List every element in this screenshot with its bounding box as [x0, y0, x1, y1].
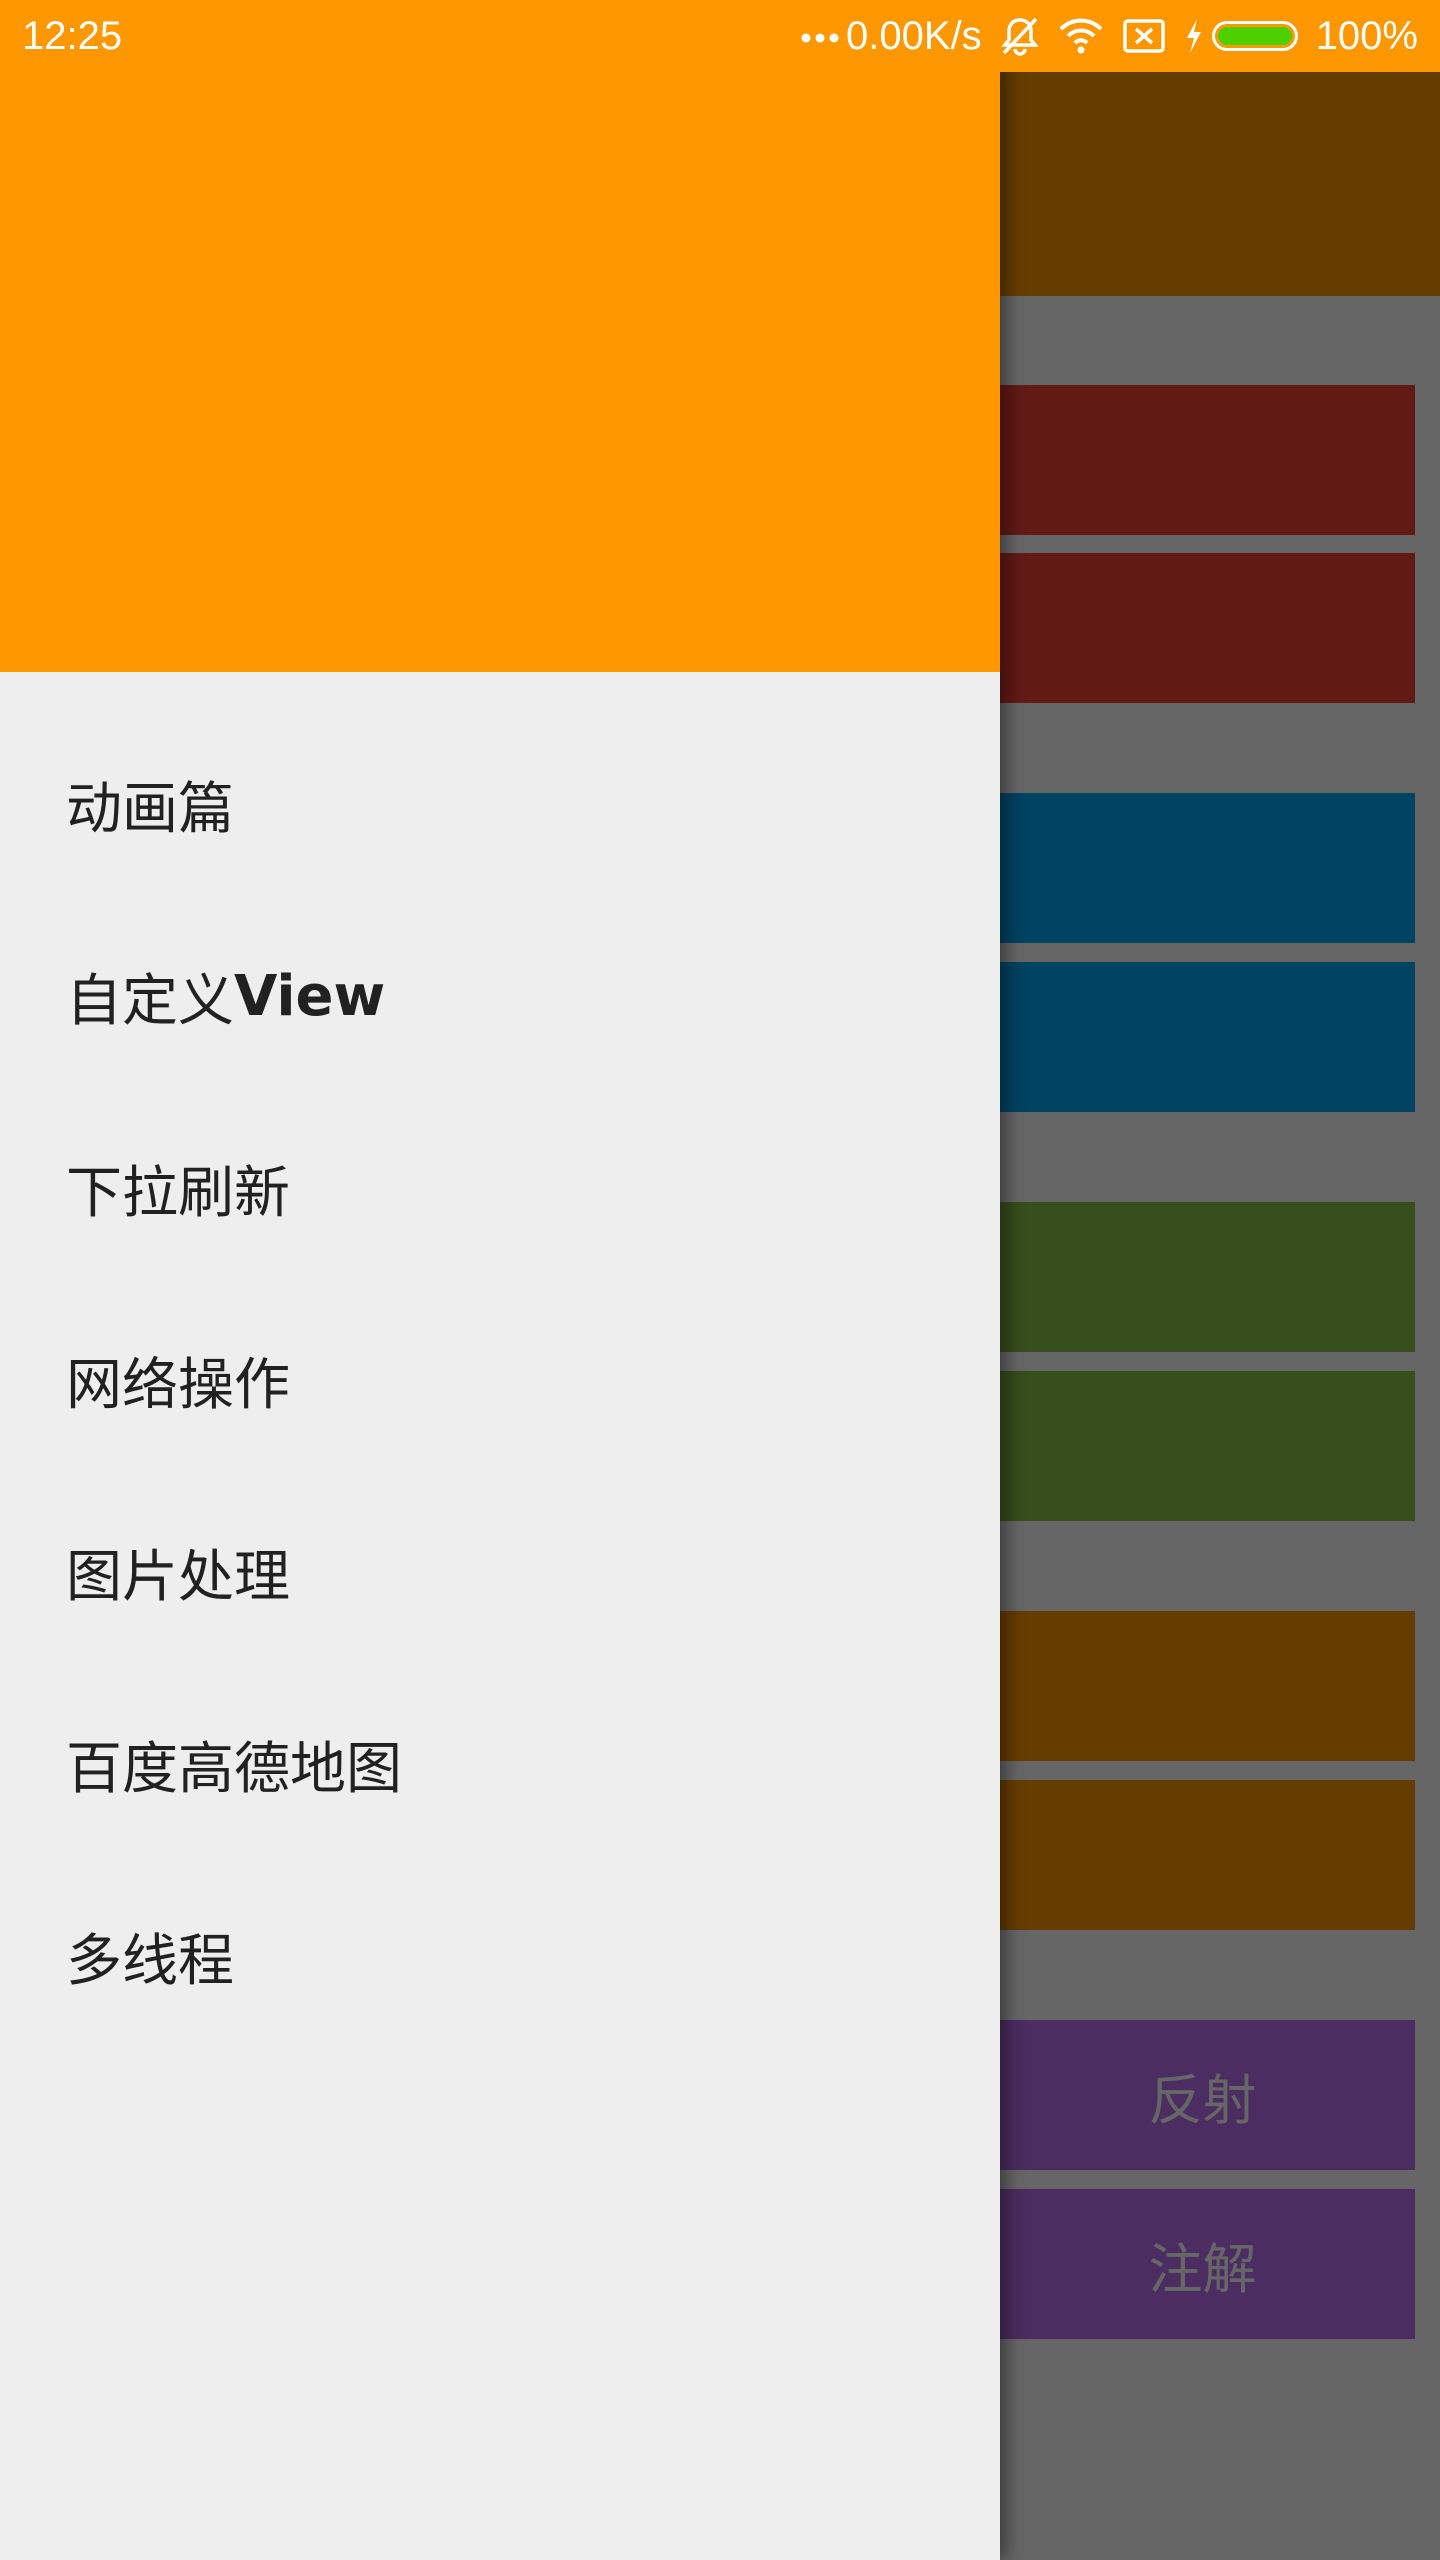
menu-item-label: 图片处理 — [66, 1544, 290, 1610]
no-sim-icon — [1122, 18, 1166, 54]
drawer-menu: 动画篇 自定义 View 下拉刷新 网络操作 图片处理 百度高德地图 多线程 — [0, 672, 1000, 2052]
battery-level — [1217, 27, 1292, 45]
navigation-drawer: 动画篇 自定义 View 下拉刷新 网络操作 图片处理 百度高德地图 多线程 — [0, 0, 1000, 2560]
battery-icon — [1211, 21, 1298, 51]
menu-item-animation[interactable]: 动画篇 — [0, 708, 1000, 900]
menu-item-label-suffix: View — [234, 963, 386, 1029]
charging-bolt-icon — [1184, 17, 1204, 55]
menu-item-image-processing[interactable]: 图片处理 — [0, 1476, 1000, 1668]
menu-item-maps[interactable]: 百度高德地图 — [0, 1668, 1000, 1860]
status-icons: 0.00K/s 100% — [800, 0, 1418, 72]
menu-item-label: 下拉刷新 — [66, 1160, 290, 1226]
drawer-header — [0, 0, 1000, 672]
menu-item-label-prefix: 自定义 — [66, 968, 234, 1034]
net-speed: 0.00K/s — [846, 13, 982, 58]
menu-item-pull-refresh[interactable]: 下拉刷新 — [0, 1092, 1000, 1284]
menu-item-label: 多线程 — [66, 1928, 234, 1994]
more-dots-icon — [800, 29, 840, 43]
menu-item-multithreading[interactable]: 多线程 — [0, 1860, 1000, 2052]
mute-bell-icon — [1000, 15, 1040, 57]
menu-item-custom-view[interactable]: 自定义 View — [0, 900, 1000, 1092]
menu-item-network[interactable]: 网络操作 — [0, 1284, 1000, 1476]
battery-percent: 100% — [1315, 13, 1418, 58]
status-bar: 12:25 0.00K/s 100% — [0, 0, 1440, 72]
menu-item-label: 网络操作 — [66, 1352, 290, 1418]
menu-item-label: 百度高德地图 — [66, 1736, 402, 1802]
menu-item-label: 动画篇 — [66, 776, 234, 842]
status-time: 12:25 — [22, 14, 123, 58]
wifi-icon — [1058, 17, 1104, 55]
